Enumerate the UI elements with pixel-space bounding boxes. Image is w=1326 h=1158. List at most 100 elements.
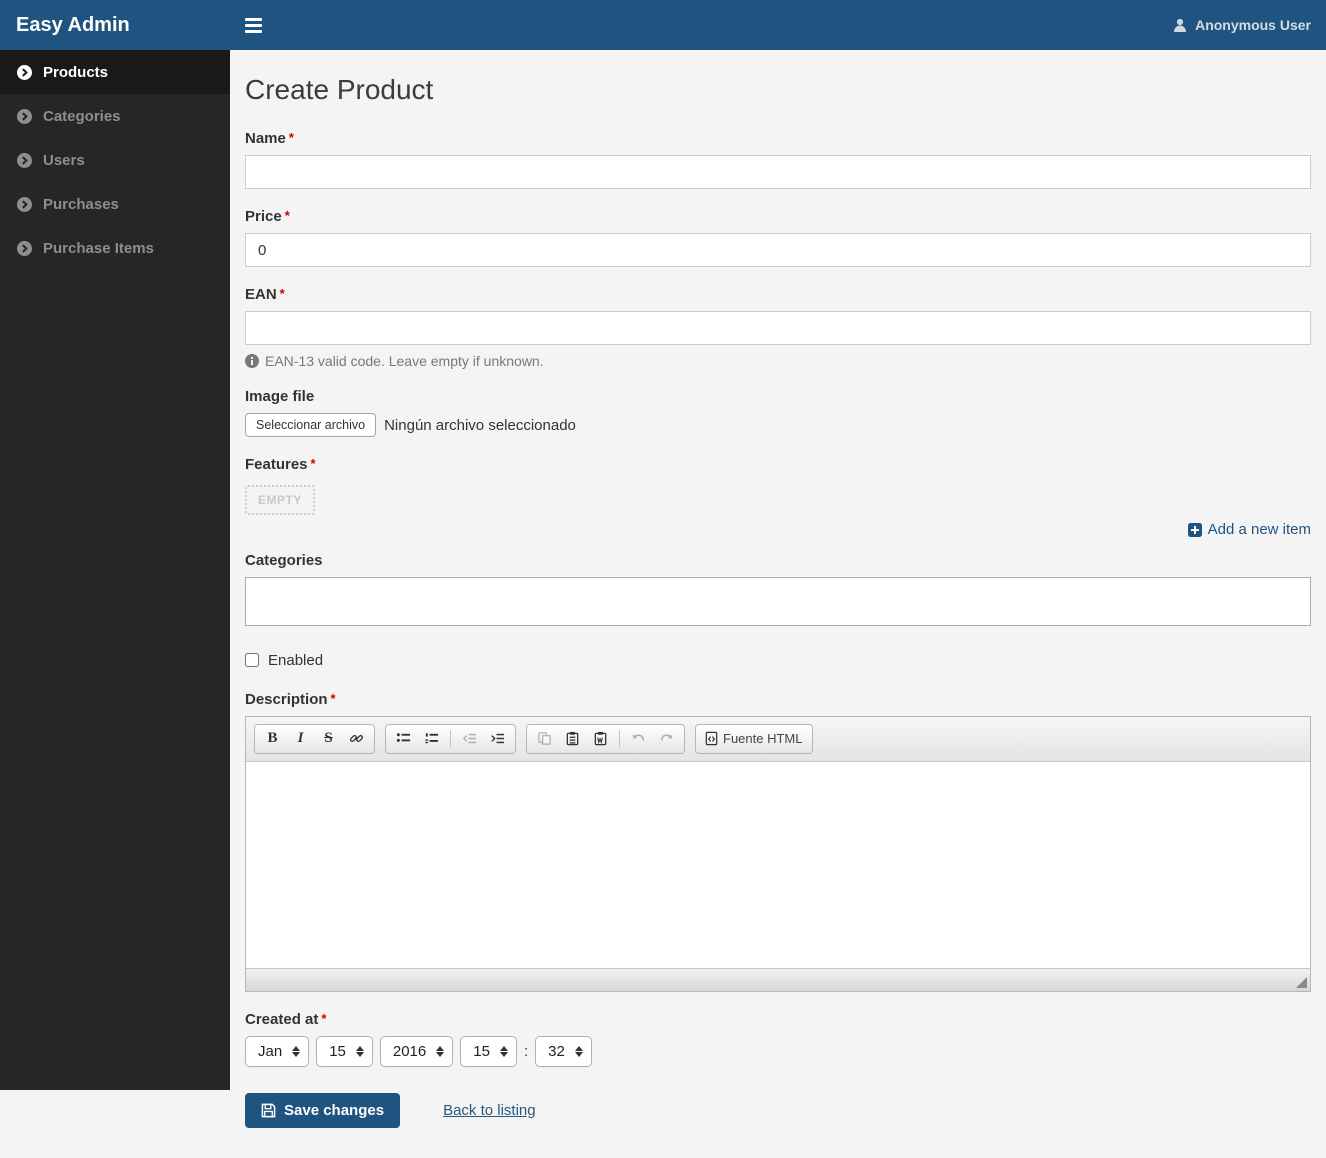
time-separator: : [523, 1042, 529, 1060]
paste-from-word-icon[interactable] [587, 727, 614, 751]
year-select[interactable]: 2016 [379, 1035, 454, 1067]
info-icon [245, 354, 259, 368]
plus-square-icon [1187, 522, 1202, 537]
enabled-checkbox[interactable] [245, 653, 259, 667]
minute-value: 32 [548, 1042, 565, 1060]
italic-icon[interactable]: I [287, 727, 314, 751]
sidebar-item-products[interactable]: Products [0, 50, 230, 94]
paste-icon[interactable] [559, 727, 586, 751]
editor-bottom-bar [246, 967, 1310, 991]
description-label: Description * [245, 690, 336, 708]
sidebar-menu: Products Categories Users Purchases Purc… [0, 50, 230, 270]
user-menu[interactable]: Anonymous User [1173, 17, 1311, 33]
strikethrough-icon[interactable]: S [315, 727, 342, 751]
save-icon [261, 1103, 276, 1117]
back-to-listing-link[interactable]: Back to listing [443, 1102, 536, 1119]
select-arrows-icon [499, 1045, 508, 1057]
name-label: Name * [245, 130, 294, 147]
bulleted-list-icon[interactable] [390, 727, 417, 751]
bold-icon[interactable]: B [259, 727, 286, 751]
chevron-circle-right-icon [17, 152, 32, 168]
name-input[interactable] [245, 155, 1311, 189]
file-select-button[interactable]: Seleccionar archivo [245, 413, 377, 437]
form-actions: Save changes Back to listing [245, 1092, 1311, 1158]
chevron-circle-right-icon [17, 64, 32, 80]
features-empty-badge: EMPTY [245, 485, 315, 515]
add-new-item-link[interactable]: Add a new item [1187, 521, 1311, 538]
save-button[interactable]: Save changes [245, 1092, 401, 1128]
main-content: Create Product Name* Price* EAN* EAN-13 … [230, 50, 1326, 1158]
description-editing-area[interactable] [246, 761, 1310, 968]
page-title: Create Product [245, 74, 434, 105]
app-logo: Easy Admin [0, 0, 230, 50]
numbered-list-icon[interactable] [418, 727, 445, 751]
toolbar-basicstyles-group: B I S [254, 723, 375, 754]
required-asterisk: * [321, 1010, 327, 1026]
year-value: 2016 [392, 1042, 427, 1060]
toolbar-clipboard-group [526, 723, 685, 754]
hamburger-menu-icon[interactable] [245, 17, 262, 33]
indent-icon[interactable] [484, 727, 511, 751]
sidebar-item-categories[interactable]: Categories [0, 94, 230, 138]
toolbar-separator [619, 730, 620, 747]
toolbar-separator [450, 730, 451, 747]
required-asterisk: * [330, 690, 336, 706]
top-bar: Anonymous User [230, 0, 1326, 50]
sidebar-item-label: Purchases [43, 195, 119, 213]
sidebar-item-purchases[interactable]: Purchases [0, 182, 230, 226]
sidebar-item-label: Users [43, 151, 85, 169]
enabled-field-group: Enabled [245, 652, 1311, 669]
day-value: 15 [329, 1042, 346, 1060]
ean-help-text: EAN-13 valid code. Leave empty if unknow… [265, 353, 544, 369]
sidebar-item-label: Purchase Items [43, 239, 154, 257]
chevron-circle-right-icon [17, 196, 32, 212]
editor-resize-handle[interactable] [1296, 976, 1307, 988]
required-asterisk: * [279, 286, 285, 301]
file-status-text: Ningún archivo seleccionado [384, 416, 576, 434]
created-at-label: Created at * [245, 1010, 327, 1028]
hour-select[interactable]: 15 [460, 1035, 517, 1067]
required-asterisk: * [288, 130, 294, 145]
user-icon [1174, 18, 1187, 32]
price-field-group: Price * [245, 208, 1311, 267]
sidebar-item-users[interactable]: Users [0, 138, 230, 182]
redo-icon[interactable] [653, 727, 680, 751]
copy-icon[interactable] [531, 727, 558, 751]
minute-select[interactable]: 32 [535, 1035, 592, 1067]
categories-multiselect[interactable] [245, 576, 1311, 626]
select-arrows-icon [436, 1045, 445, 1057]
user-name: Anonymous User [1195, 17, 1311, 33]
image-label: Image file [245, 388, 315, 405]
editor-toolbar: B I S Fuente HTML [246, 716, 1310, 762]
source-button-label[interactable]: Fuente HTML [723, 731, 808, 746]
ean-input[interactable] [245, 311, 1311, 345]
price-label: Price * [245, 208, 290, 225]
sidebar: Easy Admin Products Categories Users Pur… [0, 0, 230, 1090]
required-asterisk: * [310, 456, 316, 471]
chevron-circle-right-icon [17, 240, 32, 256]
undo-icon[interactable] [625, 727, 652, 751]
select-arrows-icon [355, 1045, 364, 1057]
ean-field-group: EAN * EAN-13 valid code. Leave empty if u… [245, 286, 1311, 369]
month-value: Jan [258, 1042, 283, 1060]
month-select[interactable]: Jan [245, 1035, 310, 1067]
sidebar-item-label: Categories [43, 107, 121, 125]
link-icon[interactable] [343, 727, 370, 751]
html-source-icon[interactable] [700, 727, 722, 751]
categories-field-group: Categories [245, 552, 1311, 626]
price-input[interactable] [245, 233, 1311, 267]
features-field-group: Features * EMPTY Add a new item [245, 456, 1311, 542]
chevron-circle-right-icon [17, 108, 32, 124]
ean-label: EAN * [245, 286, 285, 303]
select-arrows-icon [292, 1045, 301, 1057]
save-button-label: Save changes [284, 1101, 385, 1119]
add-new-item-label: Add a new item [1207, 521, 1311, 538]
sidebar-item-purchase-items[interactable]: Purchase Items [0, 226, 230, 270]
outdent-icon[interactable] [456, 727, 483, 751]
day-select[interactable]: 15 [316, 1035, 373, 1067]
required-asterisk: * [284, 208, 290, 223]
categories-label: Categories [245, 551, 323, 569]
toolbar-list-group [385, 723, 516, 754]
rich-text-editor: B I S Fuente HTML [245, 715, 1311, 992]
ean-help: EAN-13 valid code. Leave empty if unknow… [245, 353, 1311, 369]
